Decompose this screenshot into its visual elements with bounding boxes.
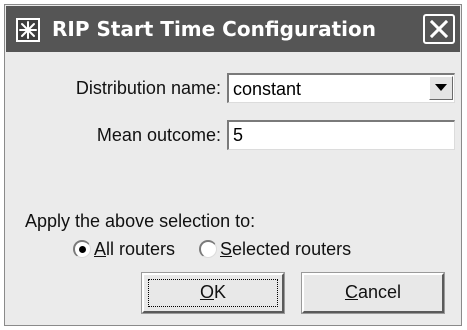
star-burst-icon [16, 18, 40, 42]
dialog-window: RIP Start Time Configuration Distributio… [4, 4, 462, 326]
radio-all-routers-label: All routers [94, 239, 176, 259]
radio-all-routers[interactable]: All routers [73, 238, 193, 262]
apply-selection-label: Apply the above selection to: [25, 211, 256, 231]
ok-button[interactable]: OK [141, 272, 285, 314]
cancel-button[interactable]: Cancel [301, 272, 445, 314]
radio-selected-dot [79, 246, 86, 253]
ok-button-label: OK [199, 282, 227, 302]
title-bar[interactable]: RIP Start Time Configuration [6, 6, 460, 52]
dropdown-button[interactable] [429, 76, 453, 100]
radio-selected-routers-circle[interactable] [199, 240, 217, 258]
mean-outcome-label: Mean outcome: [96, 125, 221, 145]
radio-all-routers-circle[interactable] [73, 240, 91, 258]
window-title: RIP Start Time Configuration [52, 17, 376, 41]
close-button[interactable] [423, 14, 455, 44]
mean-outcome-input[interactable]: 5 [227, 120, 455, 150]
distribution-selected-value: constant [233, 79, 302, 99]
distribution-name-label: Distribution name: [75, 78, 221, 98]
radio-selected-routers[interactable]: Selected routers [199, 238, 379, 262]
cancel-button-label: Cancel [344, 282, 402, 302]
close-icon [430, 20, 448, 38]
radio-selected-routers-label: Selected routers [220, 239, 352, 259]
distribution-select[interactable]: constant [227, 73, 455, 103]
chevron-down-icon [435, 84, 447, 91]
